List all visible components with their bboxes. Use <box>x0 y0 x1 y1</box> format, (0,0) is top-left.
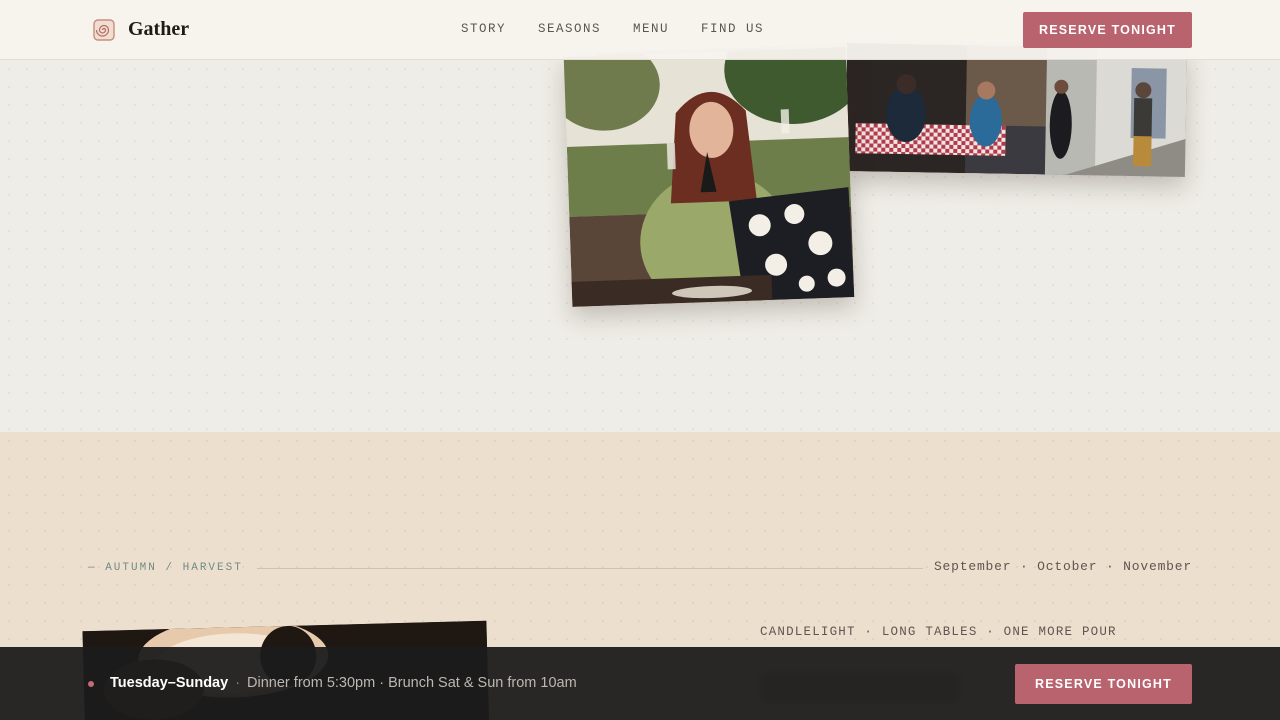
brand-link[interactable]: Gather <box>93 18 189 41</box>
brand-name: Gather <box>128 18 190 40</box>
nav-find-us[interactable]: FIND US <box>701 22 764 36</box>
nav-seasons[interactable]: SEASONS <box>538 22 601 36</box>
spiral-logo-icon <box>93 18 115 41</box>
main-nav: STORY SEASONS MENU FIND US <box>461 22 796 36</box>
status-dot-icon <box>88 681 94 687</box>
nav-story[interactable]: STORY <box>461 22 506 36</box>
header-reserve-button[interactable]: RESERVE TONIGHT <box>1023 12 1192 48</box>
nav-menu[interactable]: MENU <box>633 22 669 36</box>
bar-reserve-button[interactable]: RESERVE TONIGHT <box>1015 664 1192 704</box>
site-header: Gather STORY SEASONS MENU FIND US RESERV… <box>0 0 1280 60</box>
season-tagline: CANDLELIGHT · LONG TABLES · ONE MORE POU… <box>760 625 1117 639</box>
season-divider <box>257 568 923 569</box>
hours-separator: · <box>235 675 241 691</box>
street-cafe-diners-photo <box>844 43 1188 177</box>
season-months: September · October · November <box>933 559 1192 574</box>
season-label: — AUTUMN / HARVEST <box>88 562 243 574</box>
open-days: Tuesday–Sunday <box>110 675 229 691</box>
woman-toasting-wine-outdoors-photo <box>563 47 855 307</box>
opening-hours: Dinner from 5:30pm · Brunch Sat & Sun fr… <box>247 675 577 691</box>
hours-text: Tuesday–Sunday · Dinner from 5:30pm · Brun… <box>110 675 577 691</box>
sticky-hours-bar: Tuesday–Sunday · Dinner from 5:30pm · Brun… <box>0 647 1280 720</box>
